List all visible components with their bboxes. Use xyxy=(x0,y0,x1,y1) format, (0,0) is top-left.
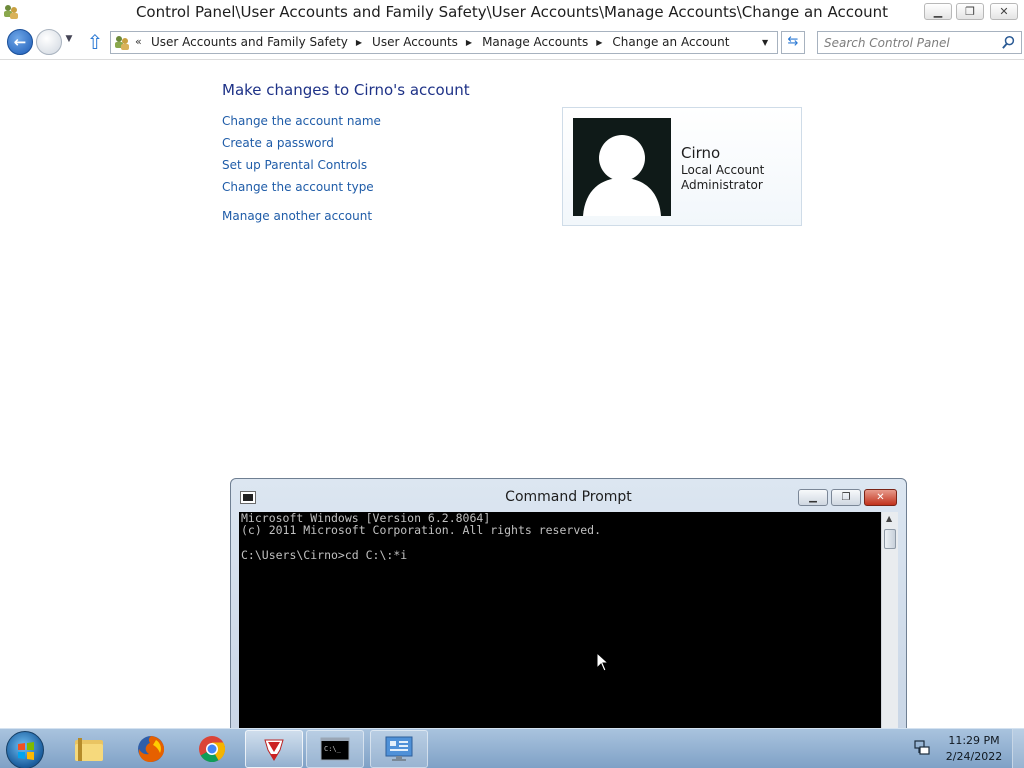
taskbar-file-explorer[interactable] xyxy=(60,730,118,768)
close-icon: ✕ xyxy=(876,492,885,503)
breadcrumb-item[interactable]: Change an Account xyxy=(610,35,731,49)
recent-pages-button[interactable]: ▼ xyxy=(63,34,75,48)
account-role: Administrator xyxy=(681,178,763,192)
clock-time: 11:29 PM xyxy=(948,734,1000,747)
system-clock[interactable]: 11:29 PM 2/24/2022 xyxy=(944,733,1004,765)
taskbar-control-panel[interactable] xyxy=(370,730,428,768)
firefox-icon xyxy=(138,736,165,762)
mouse-cursor-icon xyxy=(596,652,610,672)
command-prompt-window[interactable]: Command Prompt ▁ ❐ ✕ Microsoft Windows [… xyxy=(230,478,907,732)
taskbar-chrome[interactable] xyxy=(183,730,241,768)
account-type: Local Account xyxy=(681,163,765,177)
console-line: C:\Users\Cirno>cd C:\:*i xyxy=(241,547,408,562)
start-button[interactable] xyxy=(6,731,44,768)
chevron-down-icon: ▼ xyxy=(65,34,73,44)
manage-another-account-link[interactable]: Manage another account xyxy=(222,209,372,223)
breadcrumb-item[interactable]: Manage Accounts xyxy=(480,35,590,49)
console-line: (c) 2011 Microsoft Corporation. All righ… xyxy=(241,523,602,538)
chrome-icon xyxy=(199,736,226,763)
chevron-right-icon[interactable]: ▶ xyxy=(356,38,362,47)
navigation-bar: ← ▼ ⇧ « User Accounts and Family Safety … xyxy=(0,26,1024,60)
taskbar-command-prompt[interactable]: C:\_ xyxy=(306,730,364,768)
change-account-name-link[interactable]: Change the account name xyxy=(222,114,381,128)
taskbar: C:\_ 11:29 PM 2/24/2022 xyxy=(0,728,1024,768)
maximize-icon: ❐ xyxy=(841,492,851,503)
cmd-icon: C:\_ xyxy=(320,737,350,761)
chevron-right-icon[interactable]: ▶ xyxy=(596,38,602,47)
taskbar-firefox[interactable] xyxy=(122,730,180,768)
address-bar[interactable]: « User Accounts and Family Safety ▶ User… xyxy=(110,31,778,54)
minimize-button[interactable]: ▁ xyxy=(924,3,952,20)
vertical-scrollbar[interactable]: ▲ xyxy=(881,512,898,732)
address-dropdown-icon[interactable]: ▼ xyxy=(762,38,768,47)
breadcrumb: User Accounts and Family Safety ▶ User A… xyxy=(149,35,731,49)
window-title: Control Panel\User Accounts and Family S… xyxy=(135,3,889,21)
restore-button[interactable]: ❐ xyxy=(956,3,984,20)
red-white-app-icon xyxy=(264,739,284,761)
breadcrumb-item[interactable]: User Accounts and Family Safety xyxy=(149,35,350,49)
change-account-type-link[interactable]: Change the account type xyxy=(222,180,374,194)
search-icon[interactable] xyxy=(1001,35,1016,50)
user-accounts-icon xyxy=(115,36,129,50)
windows-start-icon xyxy=(18,742,34,760)
svg-text:C:\_: C:\_ xyxy=(324,745,342,753)
minimize-icon: ▁ xyxy=(809,492,817,503)
cmd-close-button[interactable]: ✕ xyxy=(864,489,897,506)
breadcrumb-item[interactable]: User Accounts xyxy=(370,35,460,49)
scroll-up-icon[interactable]: ▲ xyxy=(886,514,892,523)
refresh-button[interactable]: ⇆ xyxy=(781,31,805,54)
account-name: Cirno xyxy=(681,144,721,162)
clock-date: 2/24/2022 xyxy=(945,750,1003,763)
cmd-minimize-button[interactable]: ▁ xyxy=(798,489,828,506)
taskbar-red-app[interactable] xyxy=(245,730,303,768)
page-title: Make changes to Cirno's account xyxy=(222,81,470,99)
user-silhouette-icon xyxy=(583,135,661,216)
cmd-maximize-button[interactable]: ❐ xyxy=(831,489,861,506)
console-text: Microsoft Windows [Version 6.2.8064] (c)… xyxy=(241,512,601,561)
account-card: Cirno Local Account Administrator xyxy=(562,107,802,226)
create-password-link[interactable]: Create a password xyxy=(222,136,334,150)
scrollbar-thumb[interactable] xyxy=(884,529,896,549)
close-button[interactable]: ✕ xyxy=(990,3,1018,20)
minimize-icon: ▁ xyxy=(933,5,943,18)
restore-icon: ❐ xyxy=(965,5,975,18)
search-box[interactable] xyxy=(817,31,1022,54)
network-icon[interactable] xyxy=(913,739,931,757)
search-input[interactable] xyxy=(824,35,994,51)
show-desktop-button[interactable] xyxy=(1012,729,1024,768)
refresh-icon: ⇆ xyxy=(787,34,799,49)
control-panel-icon xyxy=(385,736,413,761)
forward-button[interactable] xyxy=(36,29,62,55)
chevron-right-icon[interactable]: ▶ xyxy=(466,38,472,47)
window-titlebar: Control Panel\User Accounts and Family S… xyxy=(0,0,1024,26)
avatar xyxy=(573,118,671,216)
parental-controls-link[interactable]: Set up Parental Controls xyxy=(222,158,367,172)
console-output[interactable]: Microsoft Windows [Version 6.2.8064] (c)… xyxy=(239,512,881,732)
up-button[interactable]: ⇧ xyxy=(85,31,105,53)
address-overflow-chevron[interactable]: « xyxy=(135,35,142,48)
up-arrow-icon: ⇧ xyxy=(86,30,104,54)
back-arrow-icon: ← xyxy=(13,33,27,51)
back-button[interactable]: ← xyxy=(7,29,33,55)
folder-icon xyxy=(75,738,103,761)
close-icon: ✕ xyxy=(999,5,1009,18)
